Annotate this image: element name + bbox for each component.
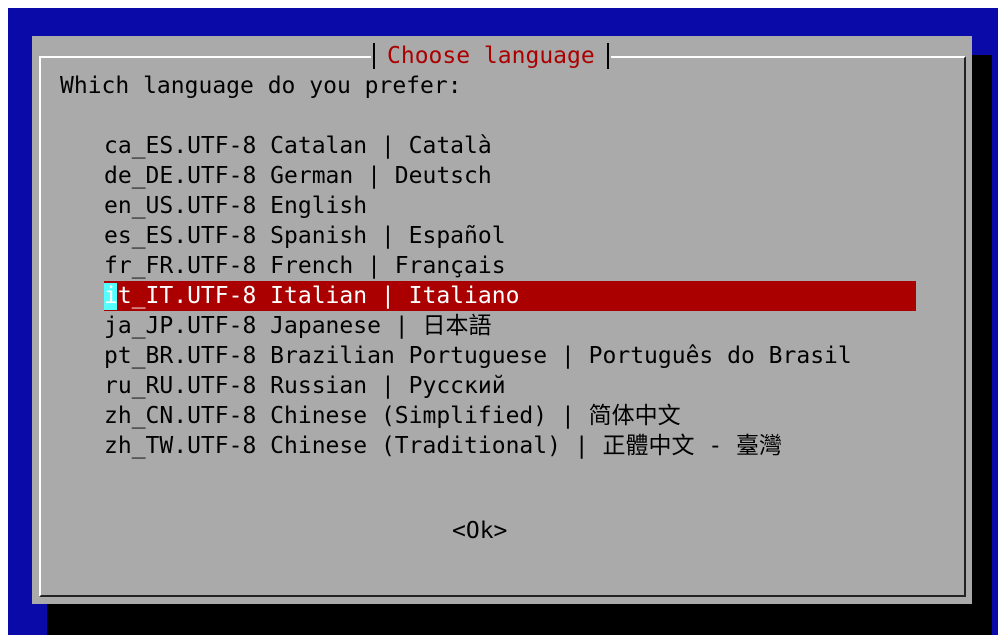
title-right-bracket xyxy=(606,43,609,69)
language-option-label: zh_TW.UTF-8 Chinese (Traditional) | 正體中文… xyxy=(104,433,783,459)
language-option-de[interactable]: de_DE.UTF-8 German | Deutsch xyxy=(104,161,916,191)
language-option-ru[interactable]: ru_RU.UTF-8 Russian | Русский xyxy=(104,371,916,401)
language-option-es[interactable]: es_ES.UTF-8 Spanish | Español xyxy=(104,221,916,251)
title-left-bracket xyxy=(373,43,375,69)
language-option-it[interactable]: it_IT.UTF-8 Italian | Italiano xyxy=(104,281,916,311)
language-option-label: fr_FR.UTF-8 French | Français xyxy=(104,253,506,279)
dialog-title-bar: Choose language xyxy=(371,41,611,71)
ok-button[interactable]: <Ok> xyxy=(452,516,507,546)
dialog-prompt: Which language do you prefer: xyxy=(60,73,462,99)
language-option-label: pt_BR.UTF-8 Brazilian Portuguese | Portu… xyxy=(104,343,852,369)
language-option-ja[interactable]: ja_JP.UTF-8 Japanese | 日本語 xyxy=(104,311,916,341)
language-option-en[interactable]: en_US.UTF-8 English xyxy=(104,191,916,221)
language-option-label: it_IT.UTF-8 Italian | Italiano xyxy=(104,283,520,309)
language-option-label: ru_RU.UTF-8 Russian | Русский xyxy=(104,373,506,399)
language-option-zh-tw[interactable]: zh_TW.UTF-8 Chinese (Traditional) | 正體中文… xyxy=(104,431,916,461)
language-option-ca[interactable]: ca_ES.UTF-8 Catalan | Català xyxy=(104,131,916,161)
dialog-title: Choose language xyxy=(387,43,595,69)
language-dialog: Choose language Which language do you pr… xyxy=(32,36,972,604)
language-option-label: zh_CN.UTF-8 Chinese (Simplified) | 简体中文 xyxy=(104,403,681,429)
language-option-label: es_ES.UTF-8 Spanish | Español xyxy=(104,223,506,249)
language-list: ca_ES.UTF-8 Catalan | Català de_DE.UTF-8… xyxy=(104,131,916,461)
language-option-zh-cn[interactable]: zh_CN.UTF-8 Chinese (Simplified) | 简体中文 xyxy=(104,401,916,431)
language-option-pt[interactable]: pt_BR.UTF-8 Brazilian Portuguese | Portu… xyxy=(104,341,916,371)
language-option-label: ja_JP.UTF-8 Japanese | 日本語 xyxy=(104,313,492,339)
language-option-label: en_US.UTF-8 English xyxy=(104,193,368,219)
language-option-label: de_DE.UTF-8 German | Deutsch xyxy=(104,163,492,189)
language-option-label: ca_ES.UTF-8 Catalan | Català xyxy=(104,133,492,159)
language-option-fr[interactable]: fr_FR.UTF-8 French | Français xyxy=(104,251,916,281)
